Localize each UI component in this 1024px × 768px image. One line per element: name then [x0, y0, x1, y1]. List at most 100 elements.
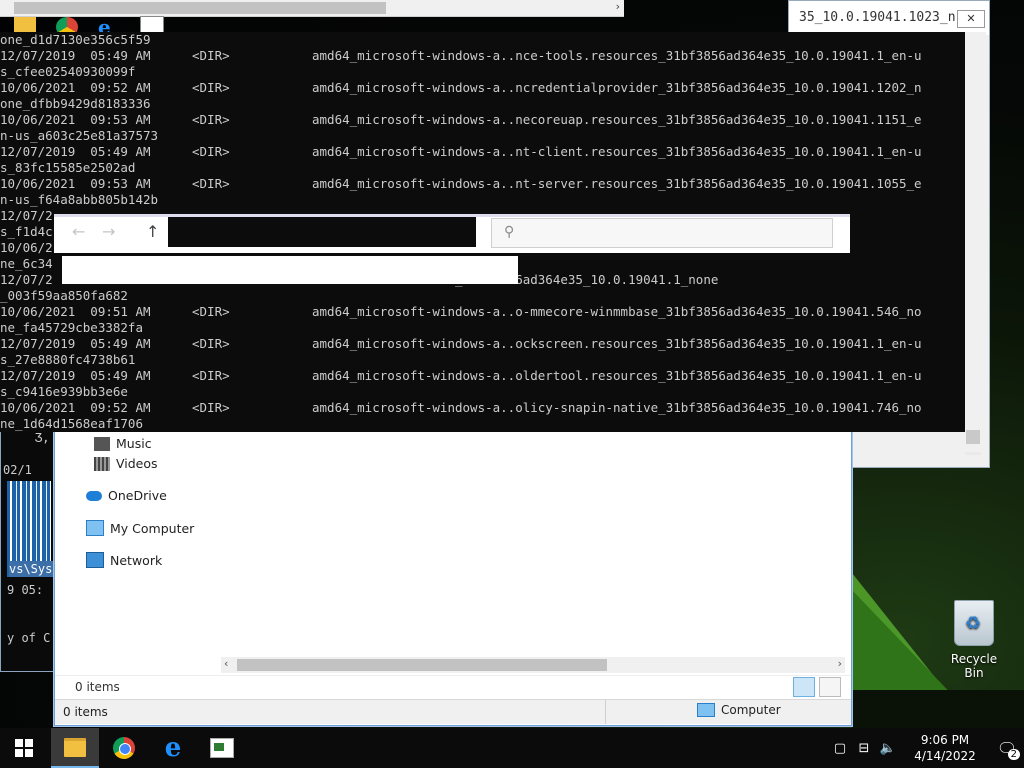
clock-time: 9:06 PM [920, 733, 970, 747]
console-line: s_27e8880fc4738b61 [0, 352, 965, 368]
item-count: 0 items [75, 680, 120, 694]
console-line: n-us_a603c25e81a37573 [0, 128, 965, 144]
scrollbar-thumb[interactable] [237, 659, 607, 671]
console-line: 12/07/2019 05:49 AM <DIR> amd64_microsoft-… [0, 368, 965, 384]
tree-item-music[interactable]: Music [94, 436, 152, 451]
console-name: n-us_a603c25e81a37573 [0, 128, 159, 143]
scroll-right-arrow-icon[interactable]: › [838, 657, 842, 670]
console-line: 12/07/2019 05:49 AM <DIR> amd64_microsoft-… [0, 48, 965, 64]
console-name: amd64_microsoft-windows-a..oldertool.res… [312, 368, 922, 383]
console-name: _003f59aa850fa682 [0, 288, 128, 303]
chrome-icon [113, 737, 135, 759]
console-name: s_cfee02540930099f [0, 64, 136, 79]
taskbar-internet-explorer[interactable]: e [149, 728, 197, 768]
network-icon[interactable]: ⊟ [852, 741, 876, 756]
console-date: 12/07/2019 05:49 AM [0, 336, 151, 351]
console-name: s_c9416e939bb3e6e [0, 384, 128, 399]
tree-item-videos[interactable]: Videos [94, 456, 158, 471]
console-line: s_c9416e939bb3e6e [0, 384, 965, 400]
start-button[interactable] [0, 728, 48, 768]
left-fragment-line: 02/1 [3, 463, 32, 477]
system-tray: ▢ ⊟ 🔈 9:06 PM 4/14/2022 🗨 2 [828, 728, 1024, 768]
console-type: <DIR> [192, 144, 230, 159]
console-name: ne_fa45729cbe3382fa [0, 320, 143, 335]
console-line: 10/06/2021 09:52 AM <DIR> amd64_microsoft-… [0, 80, 965, 96]
scrollbar-thumb[interactable] [14, 2, 386, 14]
console-name: ne_1d64d1568eaf1706 [0, 416, 143, 431]
computer-icon [86, 520, 104, 536]
computer-icon [697, 703, 715, 717]
preview-view-icon[interactable] [819, 677, 841, 697]
console-line: one_dfbb9429d8183336 [0, 96, 965, 112]
console-line: 10/06/2021 09:51 AM <DIR> amd64_microsoft-… [0, 304, 965, 320]
folder-icon [64, 737, 86, 757]
console-line: 10/06/2021 09:53 AM <DIR> amd64_microsoft-… [0, 112, 965, 128]
taskbar-app[interactable] [198, 728, 246, 768]
console-date: 12/07/2019 05:49 AM [0, 48, 151, 63]
content-status-bar: 0 items [55, 675, 851, 700]
console-date: 12/07/2019 05:49 AM [0, 144, 151, 159]
console-name: one_d1d7130e356c5f59 [0, 32, 151, 47]
tree-item-my-computer[interactable]: My Computer [86, 520, 194, 536]
console-type: <DIR> [192, 80, 230, 95]
navigation-pane[interactable]: Music Videos OneDrive My Computer Networ… [54, 432, 216, 682]
console-line: 12/07/2019 05:49 AM <DIR> amd64_microsoft-… [0, 144, 965, 160]
console-date: 10/06/2021 09:52 AM [0, 400, 151, 415]
tree-item-network[interactable]: Network [86, 552, 162, 568]
windows-start-icon [15, 739, 33, 757]
taskbar-file-explorer[interactable] [51, 728, 99, 768]
console-name: s_83fc15585e2502ad [0, 160, 136, 175]
console-name: amd64_microsoft-windows-a..nt-client.res… [312, 144, 922, 159]
app-window-icon [210, 738, 234, 758]
internet-explorer-icon: e [164, 733, 182, 763]
notifications-button[interactable]: 🗨 2 [990, 739, 1024, 760]
scroll-right-arrow-icon[interactable]: › [616, 0, 620, 13]
console-type: <DIR> [192, 304, 230, 319]
horizontal-scrollbar[interactable]: ‹ › [221, 657, 845, 673]
notification-badge: 2 [1007, 748, 1020, 760]
console-name: amd64_microsoft-windows-a..o-mmecore-win… [312, 304, 922, 319]
console-name: n-us_f64a8abb805b142b [0, 192, 159, 207]
forward-arrow-icon[interactable]: → [102, 222, 115, 241]
tree-item-onedrive[interactable]: OneDrive [86, 488, 167, 503]
console-name: amd64_microsoft-windows-a..ockscreen.res… [312, 336, 922, 351]
console-type: <DIR> [192, 400, 230, 415]
status-separator [605, 700, 606, 724]
console-name: amd64_microsoft-windows-a..olicy-snapin-… [312, 400, 922, 415]
background-window-left[interactable]: Ʒ, 02/1 vs\Syster 9 05: y of C [0, 430, 58, 672]
search-input[interactable]: ⚲ [491, 218, 833, 248]
console-name: amd64_microsoft-windows-a..ncredentialpr… [312, 80, 922, 95]
scroll-left-arrow-icon[interactable]: ‹ [224, 657, 228, 670]
console-date: 12/07/2019 05:49 AM [0, 368, 151, 383]
up-arrow-icon[interactable]: ↑ [146, 222, 159, 241]
taskbar: e ▢ ⊟ 🔈 9:06 PM 4/14/2022 🗨 2 [0, 728, 1024, 768]
recycle-bin-icon [954, 600, 994, 646]
console-line: _003f59aa850fa682 [0, 288, 965, 304]
onedrive-icon [86, 490, 102, 501]
clock[interactable]: 9:06 PM 4/14/2022 [910, 732, 980, 764]
console-type: <DIR> [192, 176, 230, 191]
scrollbar-thumb[interactable] [966, 430, 980, 444]
close-icon[interactable]: ✕ [957, 10, 985, 28]
recycle-bin-desktop-icon[interactable]: Recycle Bin [940, 600, 1008, 680]
left-fragment-line: y of C [7, 631, 51, 645]
status-location-label: Computer [721, 703, 781, 717]
back-arrow-icon[interactable]: ← [72, 222, 85, 241]
address-bar[interactable] [168, 217, 476, 247]
action-center-icon[interactable]: ▢ [828, 741, 852, 756]
console-line: 12/07/2019 05:49 AM <DIR> amd64_microsoft-… [0, 336, 965, 352]
explorer-content-area[interactable] [216, 432, 846, 656]
status-item-count: 0 items [63, 705, 108, 719]
volume-icon[interactable]: 🔈 [876, 741, 900, 756]
console-date: 10/06/2021 09:52 AM [0, 80, 151, 95]
console-date: 10/06/2021 09:53 AM [0, 176, 151, 191]
taskbar-chrome[interactable] [100, 728, 148, 768]
console-type: <DIR> [192, 336, 230, 351]
console-line: 10/06/2021 09:52 AM <DIR> amd64_microsoft-… [0, 400, 965, 416]
console-date: 10/06/2021 09:51 AM [0, 304, 151, 319]
recycle-bin-label: Recycle Bin [950, 652, 998, 680]
details-view-icon[interactable] [793, 677, 815, 697]
console-name: ne_6c34 [0, 256, 53, 271]
console-type: <DIR> [192, 48, 230, 63]
console-scrollbar[interactable] [962, 32, 986, 452]
